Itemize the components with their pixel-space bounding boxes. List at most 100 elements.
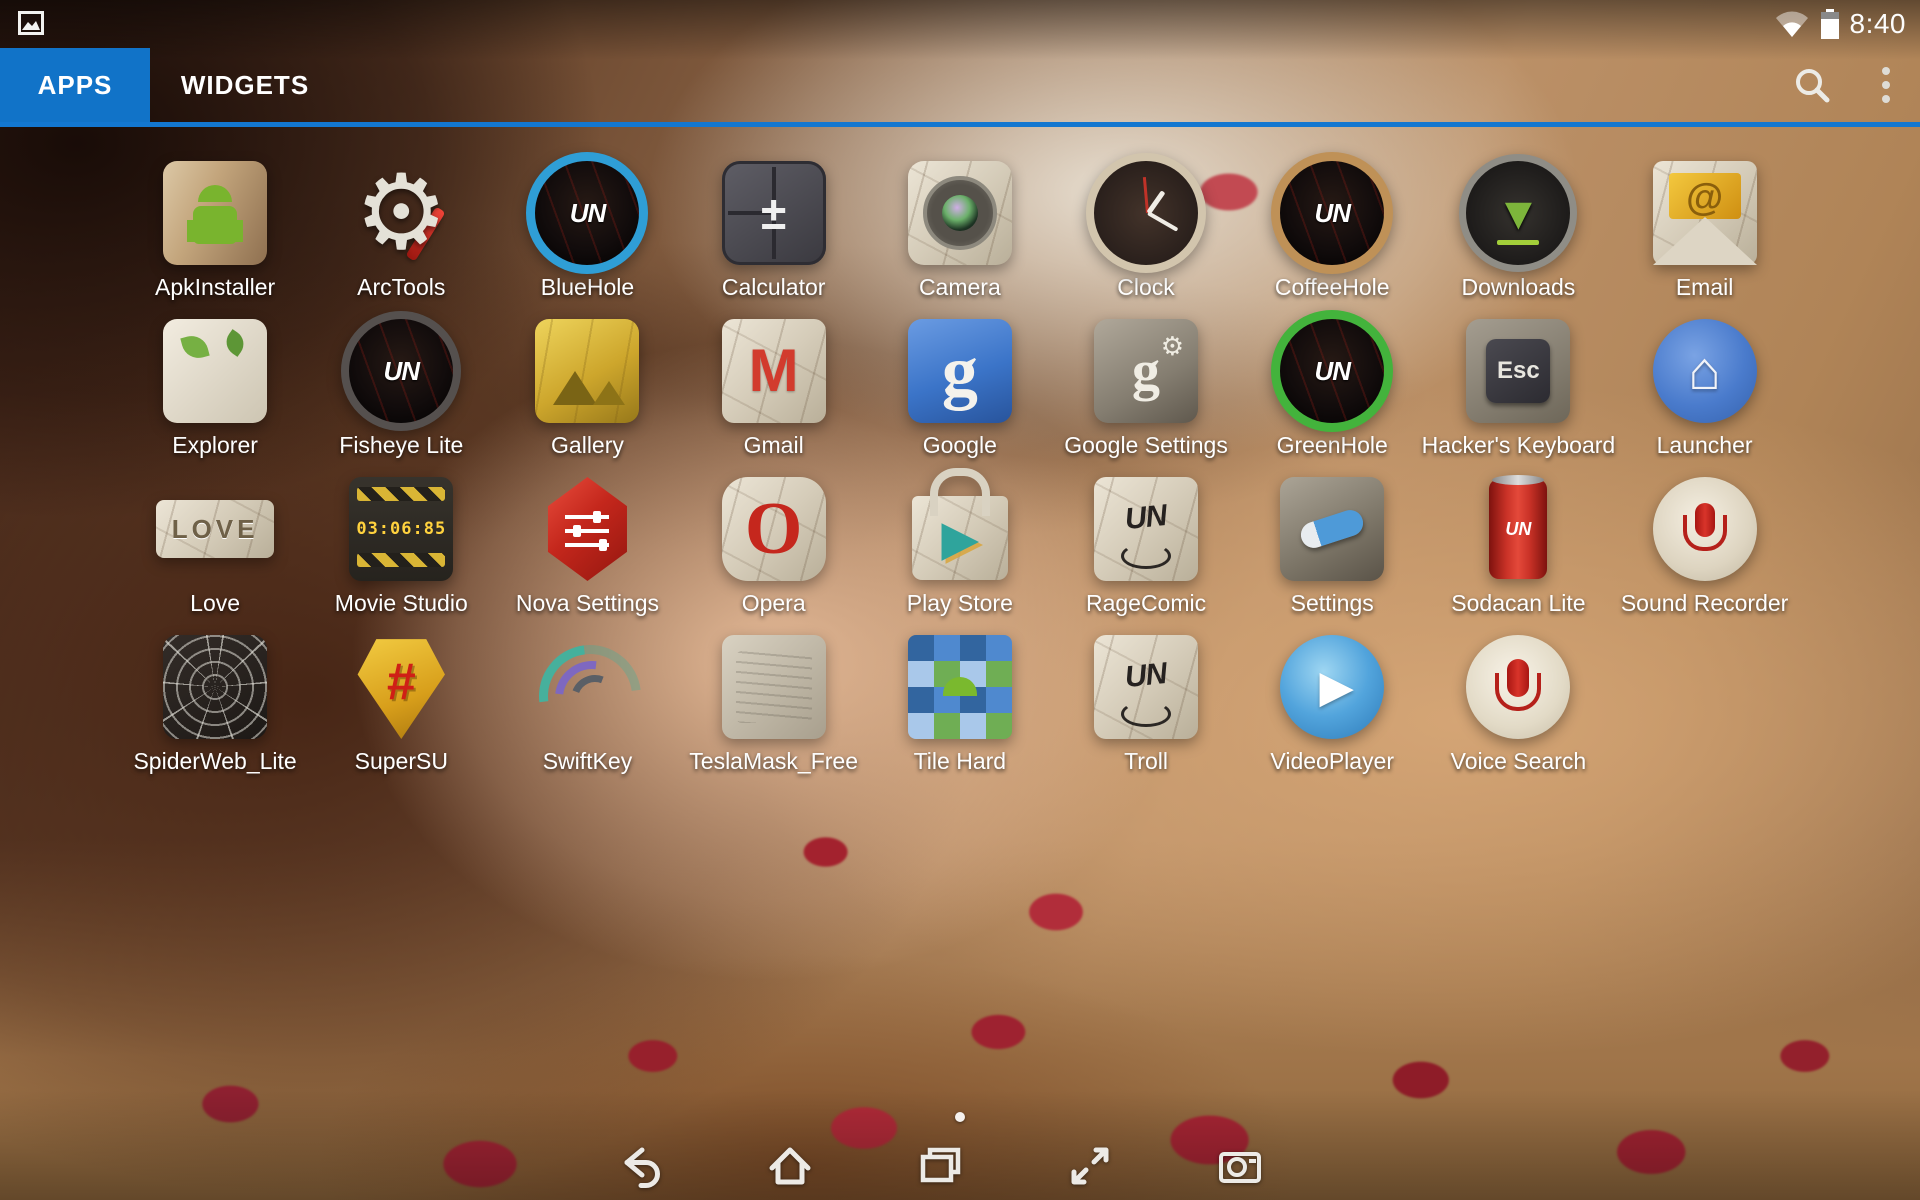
app-calculator[interactable]: ± Calculator (681, 160, 867, 300)
app-supersu[interactable]: # SuperSU (308, 634, 494, 774)
app-icon-slot: UN (1262, 318, 1402, 424)
app-novasettings[interactable]: Nova Settings (494, 476, 680, 616)
app-google[interactable]: g Google (867, 318, 1053, 458)
app-email[interactable]: @ Email (1612, 160, 1798, 300)
home-icon (766, 1142, 814, 1190)
app-icon-slot: 03:06:85 (331, 476, 471, 582)
app-label: Troll (1124, 748, 1168, 774)
app-explorer[interactable]: Explorer (122, 318, 308, 458)
app-icon-glyph: ▶ (942, 515, 977, 561)
expand-icon (1066, 1142, 1114, 1190)
overflow-menu-icon[interactable] (1878, 63, 1894, 107)
app-ragecomic[interactable]: UN RageComic (1053, 476, 1239, 616)
app-playstore[interactable]: ▶ Play Store (867, 476, 1053, 616)
app-icon-slot: UN (1076, 476, 1216, 582)
app-icon-slot: LOVE (145, 476, 285, 582)
home-button[interactable] (766, 1142, 814, 1190)
app-moviestudio[interactable]: 03:06:85 Movie Studio (308, 476, 494, 616)
app-icon-glyph: Esc (1497, 359, 1540, 383)
app-sodacan[interactable]: UN Sodacan Lite (1425, 476, 1611, 616)
app-gmail[interactable]: M Gmail (681, 318, 867, 458)
app-gallery[interactable]: Gallery (494, 318, 680, 458)
soundrecorder-icon (1653, 477, 1757, 581)
app-icon-slot: ▶ (1262, 634, 1402, 740)
app-icon-glyph: UN (1314, 200, 1350, 226)
app-icon-slot: ▼ (1448, 160, 1588, 266)
app-videoplayer[interactable]: ▶ VideoPlayer (1239, 634, 1425, 774)
app-icon-slot: UN (331, 318, 471, 424)
ragecomic-icon: UN (1094, 477, 1198, 581)
app-troll[interactable]: UN Troll (1053, 634, 1239, 774)
tab-underline (0, 122, 1920, 127)
app-spiderweb[interactable]: SpiderWeb_Lite (122, 634, 308, 774)
app-label: Launcher (1657, 432, 1753, 458)
app-arctools[interactable]: ⚙ ArcTools (308, 160, 494, 300)
app-soundrecorder[interactable]: Sound Recorder (1612, 476, 1798, 616)
screenshot-button[interactable] (1216, 1142, 1264, 1190)
app-icon-glyph: 03:06:85 (356, 521, 446, 538)
app-icon-slot: UN (1076, 634, 1216, 740)
app-love[interactable]: LOVE Love (122, 476, 308, 616)
app-icon-glyph: UN (1314, 358, 1350, 384)
app-label: Hacker's Keyboard (1422, 432, 1616, 458)
app-label: Voice Search (1451, 748, 1587, 774)
gallery-icon (535, 319, 639, 423)
teslamask-icon (722, 635, 826, 739)
supersu-icon: # (349, 635, 453, 739)
app-gsettings[interactable]: g Google Settings (1053, 318, 1239, 458)
app-icon-glyph: g (942, 335, 978, 407)
app-icon-glyph: UN (1505, 520, 1531, 538)
app-camera[interactable]: Camera (867, 160, 1053, 300)
app-label: BlueHole (541, 274, 634, 300)
app-label: Camera (919, 274, 1001, 300)
opera-icon: O (722, 477, 826, 581)
recents-button[interactable] (916, 1142, 964, 1190)
tab-widgets[interactable]: WIDGETS (150, 48, 340, 122)
app-teslamask[interactable]: TeslaMask_Free (681, 634, 867, 774)
app-icon-glyph: ▶ (1312, 666, 1352, 708)
app-icon-glyph: ⌂ (1688, 344, 1721, 398)
app-coffeehole[interactable]: UN CoffeeHole (1239, 160, 1425, 300)
app-greenhole[interactable]: UN GreenHole (1239, 318, 1425, 458)
app-icon-slot: UN (1448, 476, 1588, 582)
tab-widgets-label: WIDGETS (181, 70, 309, 101)
app-icon-slot: UN (1262, 160, 1402, 266)
app-icon-slot (1448, 634, 1588, 740)
app-hackers[interactable]: Esc Hacker's Keyboard (1425, 318, 1611, 458)
app-icon-slot: ⚙ (331, 160, 471, 266)
app-label: GreenHole (1277, 432, 1388, 458)
app-label: Sound Recorder (1621, 590, 1789, 616)
app-launcher[interactable]: ⌂ Launcher (1612, 318, 1798, 458)
app-voicesearch[interactable]: Voice Search (1425, 634, 1611, 774)
troll-icon: UN (1094, 635, 1198, 739)
search-icon[interactable] (1792, 65, 1832, 105)
app-fisheye[interactable]: UN Fisheye Lite (308, 318, 494, 458)
app-icon-slot (890, 634, 1030, 740)
app-label: Clock (1117, 274, 1175, 300)
app-clock[interactable]: Clock (1053, 160, 1239, 300)
camera-icon (908, 161, 1012, 265)
tab-bar: APPS WIDGETS (0, 48, 1920, 122)
greenhole-icon: UN (1271, 310, 1393, 432)
explorer-icon (163, 319, 267, 423)
app-downloads[interactable]: ▼ Downloads (1425, 160, 1611, 300)
app-icon-glyph (1146, 190, 1165, 214)
back-button[interactable] (616, 1142, 664, 1190)
app-apkinstaller[interactable]: ApkInstaller (122, 160, 308, 300)
app-settings[interactable]: Settings (1239, 476, 1425, 616)
app-opera[interactable]: O Opera (681, 476, 867, 616)
app-swiftkey[interactable]: SwiftKey (494, 634, 680, 774)
gmail-icon: M (722, 319, 826, 423)
status-time: 8:40 (1850, 8, 1907, 40)
expand-button[interactable] (1066, 1142, 1114, 1190)
voicesearch-icon (1466, 635, 1570, 739)
app-icon-slot (704, 634, 844, 740)
app-bluehole[interactable]: UN BlueHole (494, 160, 680, 300)
app-icon-slot (145, 160, 285, 266)
spiderweb-icon (163, 635, 267, 739)
app-label: Gmail (744, 432, 804, 458)
playstore-icon: ▶ (912, 496, 1008, 580)
app-icon-slot: UN (517, 160, 657, 266)
app-tilehard[interactable]: Tile Hard (867, 634, 1053, 774)
tab-apps[interactable]: APPS (0, 48, 150, 122)
